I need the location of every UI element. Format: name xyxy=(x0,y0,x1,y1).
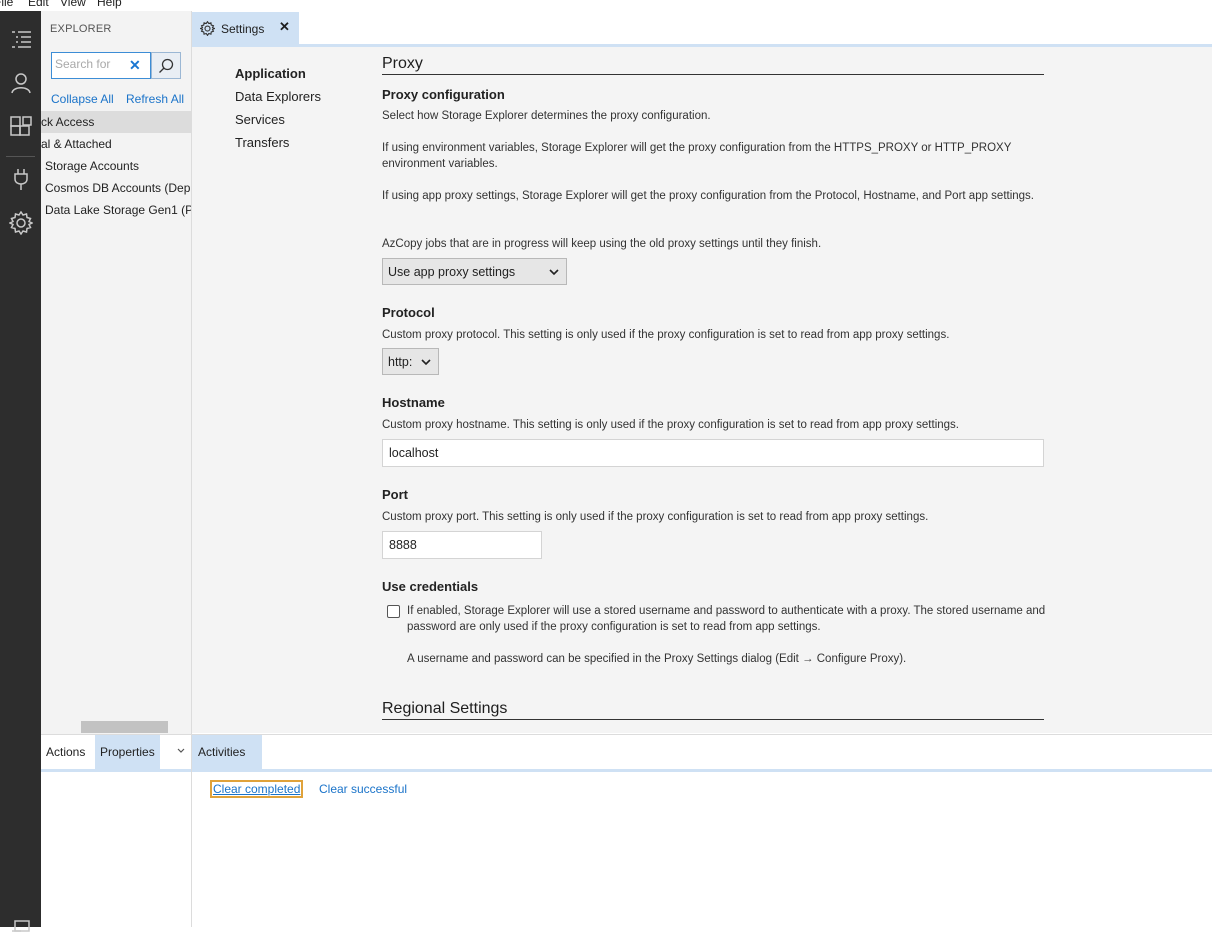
port-field[interactable]: 8888 xyxy=(382,531,542,559)
app-settings-description: If using app proxy settings, Storage Exp… xyxy=(382,190,1035,202)
menu-view[interactable]: View xyxy=(60,0,86,9)
tree-item-data-lake[interactable]: Data Lake Storage Gen1 (Pre xyxy=(41,199,192,221)
chevron-down-icon[interactable] xyxy=(176,745,186,759)
chevron-down-icon xyxy=(421,359,431,366)
collapse-all-button[interactable]: Collapse All xyxy=(51,92,114,106)
credentials-description: If enabled, Storage Explorer will use a … xyxy=(407,605,1046,633)
settings-nav-data-explorers[interactable]: Data Explorers xyxy=(235,89,321,104)
port-heading: Port xyxy=(382,487,408,502)
editor-tab-bar: Settings ✕ xyxy=(192,11,1212,45)
settings-nav-services[interactable]: Services xyxy=(235,112,285,127)
tree-item-cosmos-db[interactable]: Cosmos DB Accounts (Depr xyxy=(41,177,192,199)
tree-item-local-attached[interactable]: al & Attached xyxy=(41,133,191,155)
protocol-value: http: xyxy=(388,354,413,369)
chevron-down-icon xyxy=(549,269,559,276)
tree-item-quick-access[interactable]: ck Access xyxy=(41,111,191,133)
section-title-proxy: Proxy xyxy=(382,55,423,72)
tab-activities[interactable]: Activities xyxy=(192,735,262,769)
horizontal-scrollbar[interactable] xyxy=(81,721,168,733)
settings-icon[interactable] xyxy=(0,203,41,243)
protocol-heading: Protocol xyxy=(382,305,435,320)
menu-bar: File Edit View Help xyxy=(0,0,1212,11)
search-button[interactable] xyxy=(151,52,181,79)
section-divider xyxy=(382,719,1044,720)
search-box[interactable]: ✕ xyxy=(51,52,151,79)
protocol-select[interactable]: http: xyxy=(382,348,439,375)
settings-tab-gear-icon xyxy=(200,21,215,36)
protocol-description: Custom proxy protocol. This setting is o… xyxy=(382,329,950,341)
hostname-field[interactable]: localhost xyxy=(382,439,1044,467)
tab-underline xyxy=(41,769,191,772)
clear-successful-button[interactable]: Clear successful xyxy=(319,782,407,796)
search-icon xyxy=(159,58,174,73)
tree-item-label: Cosmos DB Accounts (Depr xyxy=(45,181,192,195)
settings-nav-application[interactable]: Application xyxy=(235,66,306,81)
tab-underline xyxy=(192,769,1212,772)
actions-properties-panel: Actions Properties xyxy=(41,734,192,927)
tab-actions[interactable]: Actions xyxy=(41,735,90,769)
menu-help[interactable]: Help xyxy=(97,0,122,9)
search-input[interactable] xyxy=(55,57,125,71)
tree-item-label: ck Access xyxy=(41,115,95,129)
section-divider xyxy=(382,74,1044,75)
tree-item-label: al & Attached xyxy=(41,137,112,151)
env-variables-description: If using environment variables, Storage … xyxy=(382,142,1012,170)
hostname-description: Custom proxy hostname. This setting is o… xyxy=(382,419,959,431)
menu-edit[interactable]: Edit xyxy=(28,0,49,9)
tree-item-label: Storage Accounts xyxy=(45,159,140,173)
clear-search-icon[interactable]: ✕ xyxy=(129,57,141,74)
credentials-heading: Use credentials xyxy=(382,579,479,594)
port-description: Custom proxy port. This setting is only … xyxy=(382,511,929,523)
close-icon[interactable]: ✕ xyxy=(279,19,290,35)
credentials-note: A username and password can be specified… xyxy=(407,653,907,665)
connect-icon[interactable] xyxy=(0,159,41,199)
activity-divider xyxy=(6,156,35,157)
hostname-heading: Hostname xyxy=(382,395,445,410)
proxy-config-value: Use app proxy settings xyxy=(388,264,516,279)
tab-settings[interactable]: Settings ✕ xyxy=(192,12,299,45)
settings-page: Application Data Explorers Services Tran… xyxy=(192,47,1212,733)
proxy-config-heading: Proxy configuration xyxy=(382,87,505,102)
settings-nav-transfers[interactable]: Transfers xyxy=(235,135,289,150)
proxy-config-description: Select how Storage Explorer determines t… xyxy=(382,110,711,122)
section-title-regional: Regional Settings xyxy=(382,700,508,717)
activity-bar xyxy=(0,11,41,932)
feedback-icon[interactable] xyxy=(0,903,41,943)
tree-item-storage-accounts[interactable]: Storage Accounts xyxy=(41,155,191,177)
tab-properties[interactable]: Properties xyxy=(95,735,160,769)
menu-file[interactable]: File xyxy=(0,0,13,9)
extensions-icon[interactable] xyxy=(0,107,41,147)
proxy-config-select[interactable]: Use app proxy settings xyxy=(382,258,567,285)
refresh-all-button[interactable]: Refresh All xyxy=(126,92,184,106)
tab-settings-label: Settings xyxy=(221,21,265,36)
activities-panel: Activities Clear completed Clear success… xyxy=(192,734,1212,927)
tree-item-label: Data Lake Storage Gen1 (Pre xyxy=(45,203,192,217)
account-icon[interactable] xyxy=(0,63,41,103)
clear-completed-button[interactable]: Clear completed xyxy=(210,780,304,798)
explorer-panel: EXPLORER ✕ Collapse All Refresh All ck A… xyxy=(41,11,192,734)
use-credentials-checkbox[interactable] xyxy=(387,605,400,618)
explorer-icon[interactable] xyxy=(0,19,41,59)
explorer-title: EXPLORER xyxy=(50,23,112,35)
azcopy-description: AzCopy jobs that are in progress will ke… xyxy=(382,238,822,250)
